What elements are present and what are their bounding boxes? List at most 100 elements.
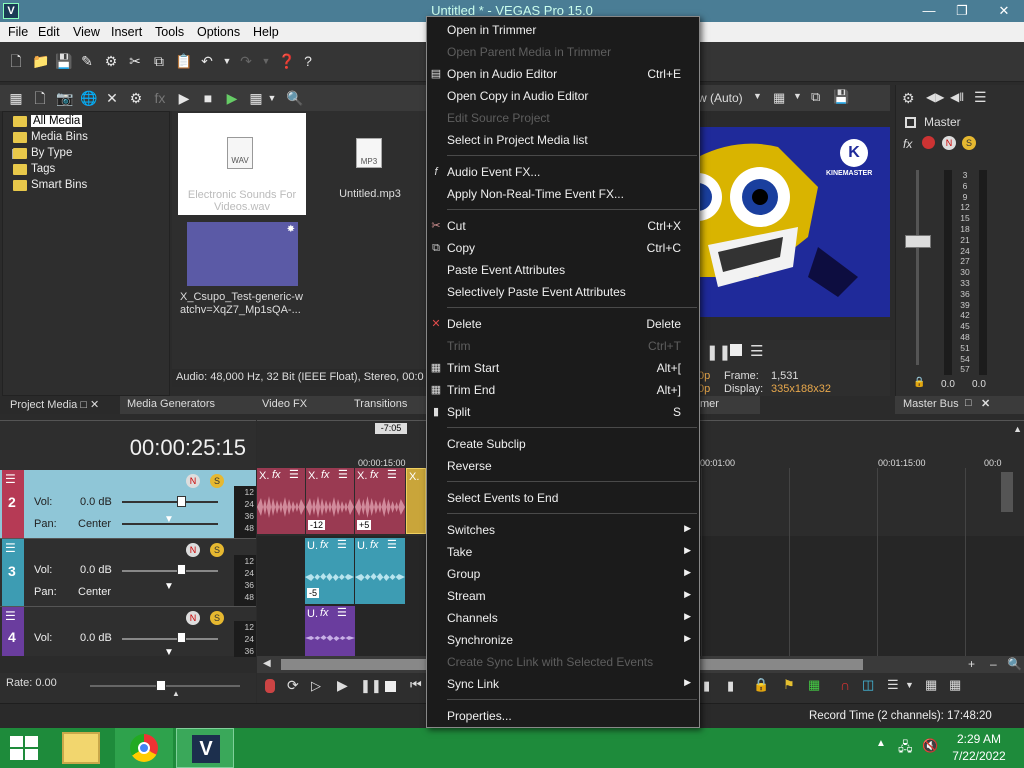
fx-icon[interactable]: fx <box>320 539 329 551</box>
menu-icon[interactable]: ☰ <box>750 342 763 360</box>
menu-item-audio-event-fx[interactable]: f Audio Event FX... <box>427 161 699 183</box>
tree-item-all-media[interactable]: All Media <box>13 115 83 127</box>
views-dropdown-icon[interactable]: ▼ <box>264 90 280 106</box>
menu-item-delete[interactable]: ✕ Delete Delete <box>427 313 699 335</box>
menu-file[interactable]: File <box>8 25 28 39</box>
pause-icon[interactable]: ❚❚ <box>706 343 731 361</box>
gear-icon[interactable]: ⚙ <box>902 90 915 107</box>
fx-icon[interactable]: fx <box>370 469 379 481</box>
volume-slider[interactable] <box>122 638 218 640</box>
views-icon[interactable]: ▦ <box>248 90 264 106</box>
menu-item-copy[interactable]: ⧉ Copy Ctrl+C <box>427 237 699 259</box>
master-fader-handle[interactable] <box>905 235 931 248</box>
scroll-left-icon[interactable]: ◀ <box>263 658 271 669</box>
media-import-icon[interactable]: ▦ <box>8 90 24 106</box>
mute-icon[interactable]: N <box>186 611 200 625</box>
fx-chain-icon[interactable] <box>922 136 935 149</box>
mp3-file-icon[interactable]: MP3 <box>356 138 382 168</box>
get-media-icon[interactable]: 🌐 <box>80 90 97 106</box>
stop-icon[interactable] <box>730 344 742 356</box>
mute-icon[interactable]: ◀▶ <box>926 90 944 104</box>
menu-item-open-copy-in-audio-editor[interactable]: Open Copy in Audio Editor <box>427 85 699 107</box>
zoom-out-icon[interactable]: – <box>990 657 997 671</box>
open-icon[interactable]: 📁 <box>32 53 49 69</box>
minimize-icon[interactable]: — <box>915 1 943 21</box>
volume-slider-handle[interactable] <box>177 564 186 575</box>
menu-item-selectively-paste-event-attributes[interactable]: Selectively Paste Event Attributes <box>427 281 699 303</box>
vegas-taskbar-button[interactable]: V <box>176 728 234 768</box>
menu-options[interactable]: Options <box>197 25 240 39</box>
lock-icon[interactable]: 🔒 <box>753 677 769 693</box>
redo-dropdown-icon[interactable]: ▼ <box>258 53 274 69</box>
capture-icon[interactable]: 📷 <box>56 90 73 106</box>
volume-icon[interactable]: 🔇 <box>922 738 938 754</box>
menu-item-cut[interactable]: ✂ Cut Ctrl+X <box>427 215 699 237</box>
event-menu-icon[interactable]: ☰ <box>387 538 397 551</box>
event-menu-icon[interactable]: ☰ <box>337 606 347 619</box>
properties-icon[interactable]: ⚙ <box>103 53 119 69</box>
snap-icon[interactable]: ▮ <box>703 678 710 694</box>
whats-this-icon[interactable]: ❓ <box>278 53 295 69</box>
file-explorer-icon[interactable] <box>62 732 100 764</box>
menu-tools[interactable]: Tools <box>155 25 184 39</box>
close-tab-icon[interactable]: ✕ <box>90 399 99 411</box>
search-icon[interactable]: 🔍 <box>286 90 303 106</box>
media-fx-icon[interactable]: fx <box>152 90 168 106</box>
marker-icon[interactable]: ▮ <box>727 678 734 694</box>
chrome-taskbar-button[interactable] <box>115 728 173 768</box>
stop-icon[interactable] <box>385 681 396 692</box>
mixer-icon[interactable]: ☰ <box>974 89 987 106</box>
tab-video-fx[interactable]: Video FX <box>262 398 307 410</box>
undock-icon[interactable]: □ <box>965 397 972 409</box>
rate-slider-handle[interactable] <box>156 680 166 691</box>
media-properties-icon[interactable]: ⚙ <box>128 90 144 106</box>
audio-event[interactable]: X. fx ☰ +5 <box>355 468 405 534</box>
solo-icon[interactable]: S <box>210 543 224 557</box>
pan-slider-handle[interactable]: ▼ <box>164 647 174 658</box>
event-menu-icon[interactable]: ☰ <box>387 468 397 481</box>
menu-item-paste-event-attributes[interactable]: Paste Event Attributes <box>427 259 699 281</box>
volume-slider-handle[interactable] <box>177 496 186 507</box>
menu-help[interactable]: Help <box>253 25 279 39</box>
menu-insert[interactable]: Insert <box>111 25 142 39</box>
clock-date[interactable]: 7/22/2022 <box>944 749 1014 763</box>
undo-dropdown-icon[interactable]: ▼ <box>219 53 235 69</box>
menu-item-create-subclip[interactable]: Create Subclip <box>427 433 699 455</box>
fx-icon[interactable]: fx <box>320 607 329 619</box>
chevron-down-icon[interactable]: ▼ <box>905 680 914 690</box>
track-menu-icon[interactable]: ☰ <box>5 541 16 555</box>
copy-icon[interactable]: ⧉ <box>151 53 167 69</box>
track-header-2[interactable]: ☰ 2 N S Vol: 0.0 dB Pan: Center ▼ 12 24 36… <box>0 470 256 540</box>
tree-item-media-bins[interactable]: Media Bins <box>13 131 88 143</box>
menu-item-reverse[interactable]: Reverse <box>427 455 699 477</box>
bus-checkbox[interactable] <box>905 117 916 128</box>
record-icon[interactable] <box>265 679 275 693</box>
tree-item-tags[interactable]: Tags <box>13 163 55 175</box>
fx-icon[interactable]: fx <box>321 469 330 481</box>
pan-slider-handle[interactable]: ▼ <box>164 581 174 592</box>
help-icon[interactable]: ? <box>300 53 316 69</box>
menu-item-select-events-to-end[interactable]: Select Events to End <box>427 487 699 509</box>
volume-slider[interactable] <box>122 570 218 572</box>
zoom-icon[interactable]: 🔍 <box>1007 657 1022 671</box>
menu-item-switches[interactable]: Switches ▶ <box>427 519 699 541</box>
menu-item-properties[interactable]: Properties... <box>427 705 699 727</box>
fx-icon[interactable]: fx <box>272 469 281 481</box>
remove-media-icon[interactable]: ✕ <box>104 90 120 106</box>
solo-icon[interactable]: S <box>210 474 224 488</box>
menu-item-trim-end[interactable]: ▦ Trim End Alt+] <box>427 379 699 401</box>
audio-event[interactable]: U. fx ☰ <box>355 538 405 604</box>
play-from-start-icon[interactable]: ▷ <box>311 678 321 694</box>
vertical-scrollbar[interactable] <box>1001 472 1013 512</box>
play-icon[interactable]: ▶ <box>337 677 348 694</box>
media-item-wav[interactable]: WAV Electronic Sounds For Videos.wav <box>178 113 306 215</box>
menu-item-stream[interactable]: Stream ▶ <box>427 585 699 607</box>
audio-event[interactable]: U. fx ☰ <box>305 606 355 656</box>
ruler-scroll-icon[interactable]: ▲ <box>1013 424 1022 434</box>
close-icon[interactable]: ✕ <box>981 397 990 410</box>
chevron-down-icon[interactable]: ▼ <box>753 91 762 101</box>
menu-item-sync-link[interactable]: Sync Link ▶ <box>427 673 699 695</box>
event-menu-icon[interactable]: ☰ <box>337 538 347 551</box>
new-icon[interactable]: 🗋 <box>8 53 24 69</box>
mute-icon[interactable]: N <box>186 543 200 557</box>
